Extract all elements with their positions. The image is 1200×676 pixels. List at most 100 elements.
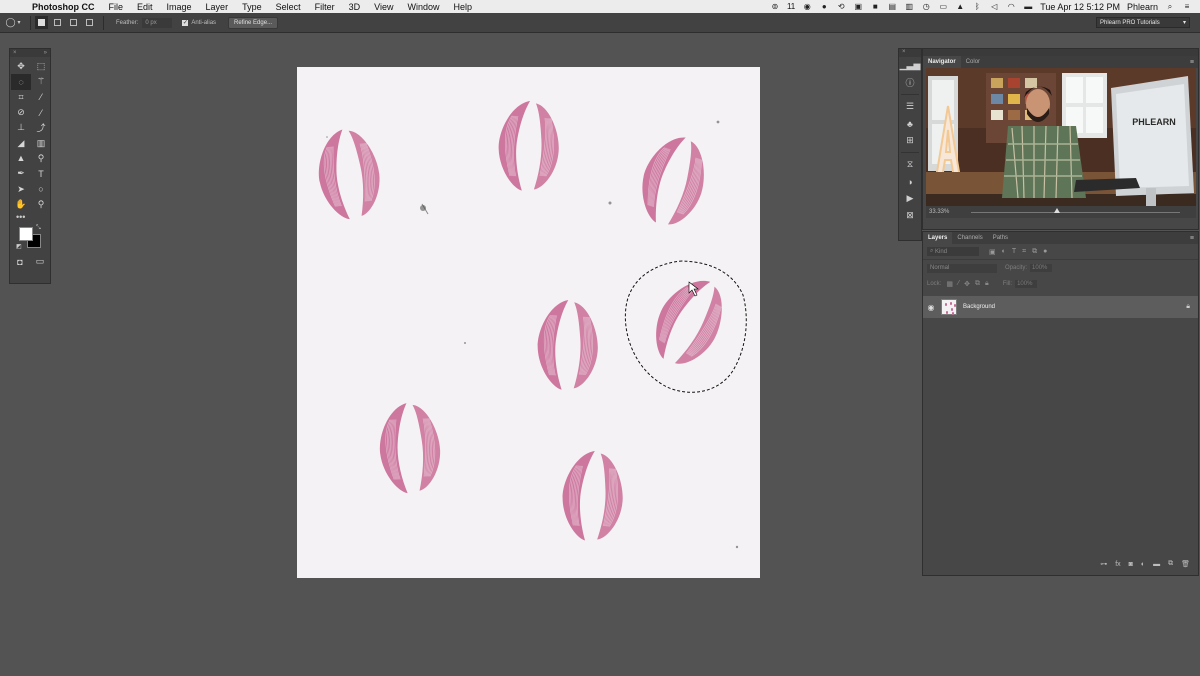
menu-file[interactable]: File — [102, 2, 131, 12]
new-group-folder-icon[interactable]: ▬ — [1153, 561, 1160, 568]
record-icon[interactable]: ◉ — [802, 2, 812, 11]
feather-input[interactable]: 0 px — [142, 17, 173, 28]
dodge-tool-icon[interactable]: ⚲ — [31, 151, 51, 166]
clone-stamp-tool-icon[interactable]: ⊥ — [11, 120, 31, 135]
ellipse-tool-icon[interactable]: ○ — [31, 181, 51, 196]
menu-3d[interactable]: 3D — [342, 2, 368, 12]
histogram-icon[interactable]: ▁▃▅ — [899, 57, 921, 74]
history-icon[interactable]: ⧖ — [899, 156, 921, 173]
menu-window[interactable]: Window — [400, 2, 446, 12]
adjustment-layer-filter-icon[interactable]: ◐ — [1002, 248, 1006, 256]
history-brush-tool-icon[interactable]: ⤴ — [31, 120, 51, 135]
workspace-switcher[interactable]: Phlearn PRO Tutorials ▾ — [1096, 17, 1190, 28]
new-selection-mode-button[interactable] — [35, 16, 48, 29]
zoom-tool-icon[interactable]: ⚲ — [31, 197, 51, 212]
tools-panel-header[interactable]: × » — [10, 49, 50, 57]
clipboard-icon[interactable]: ▥ — [904, 2, 914, 11]
lock-image-pixels-icon[interactable]: ⁄ — [958, 280, 959, 288]
magic-wand-tool-icon[interactable]: ⚚ — [31, 74, 51, 89]
menu-image[interactable]: Image — [160, 2, 199, 12]
layer-lock-icon[interactable]: 🔒︎ — [1186, 303, 1190, 311]
display-mirror-icon[interactable]: ▭ — [938, 2, 948, 11]
panel-menu-icon[interactable]: ≡ — [1190, 235, 1194, 242]
menu-view[interactable]: View — [367, 2, 400, 12]
menu-edit[interactable]: Edit — [130, 2, 160, 12]
eraser-tool-icon[interactable]: ◢ — [11, 135, 31, 150]
libraries-icon[interactable]: ⊠ — [899, 207, 921, 224]
battery-icon[interactable]: ▬ — [1023, 2, 1033, 11]
lasso-tool-icon[interactable]: ◌ — [11, 74, 31, 90]
blend-mode-select[interactable]: Normal — [927, 263, 997, 273]
gradient-tool-icon[interactable]: ▥ — [31, 135, 51, 150]
opacity-input[interactable]: 100% — [1030, 264, 1053, 272]
rectangular-marquee-tool-icon[interactable]: ⬚ — [31, 59, 51, 74]
zoom-slider-handle[interactable] — [1054, 208, 1060, 213]
dropbox-icon[interactable]: ■ — [870, 2, 880, 11]
actions-icon[interactable]: ♣ — [899, 115, 921, 132]
menu-filter[interactable]: Filter — [308, 2, 342, 12]
notification-center-icon[interactable]: ≡ — [1182, 2, 1192, 11]
move-tool-icon[interactable]: ✥ — [11, 59, 31, 74]
quick-mask-icon[interactable]: ◘ — [10, 254, 30, 269]
properties-icon[interactable]: ☰ — [899, 98, 921, 115]
eye-visibility-icon[interactable]: ◉ — [923, 303, 939, 312]
layer-filter-kind-select[interactable]: ⌕ Kind — [927, 247, 979, 256]
eyedropper-tool-icon[interactable]: ⁄ — [31, 90, 51, 105]
layer-row-background[interactable]: ◉ Background 🔒︎ — [923, 296, 1198, 318]
type-layer-filter-icon[interactable]: T — [1012, 248, 1016, 256]
more-tools-icon[interactable]: ••• — [10, 212, 50, 225]
filter-toggle-icon[interactable]: ● — [1043, 248, 1047, 256]
lock-position-icon[interactable]: ✥ — [964, 280, 970, 288]
shape-layer-filter-icon[interactable]: ⌗ — [1022, 248, 1026, 256]
menu-help[interactable]: Help — [446, 2, 479, 12]
wifi-icon[interactable]: ◠ — [1006, 2, 1016, 11]
tab-paths[interactable]: Paths — [988, 232, 1013, 244]
refine-edge-button[interactable]: Refine Edge... — [228, 16, 279, 29]
printer-icon[interactable]: ▤ — [887, 2, 897, 11]
swap-colors-icon[interactable]: ⤡ — [36, 225, 41, 232]
new-adjustment-layer-icon[interactable]: ◐ — [1141, 561, 1145, 568]
default-colors-icon[interactable]: ◩ — [16, 243, 22, 250]
tab-channels[interactable]: Channels — [952, 232, 987, 244]
adjustments-icon[interactable]: ⊞ — [899, 132, 921, 149]
document-canvas[interactable] — [297, 67, 760, 578]
path-selection-tool-icon[interactable]: ➤ — [11, 181, 31, 196]
navigator-preview[interactable]: PHLEARN 33.33% — [926, 68, 1196, 218]
foreground-color-swatch[interactable] — [19, 226, 33, 241]
fill-input[interactable]: 100% — [1015, 280, 1038, 288]
tool-preset-picker[interactable]: ◯ ▾ — [0, 17, 26, 28]
play-icon[interactable]: ▶ — [899, 190, 921, 207]
brush-tool-icon[interactable]: ⁄ — [31, 105, 51, 120]
smart-object-filter-icon[interactable]: ⧉ — [1032, 248, 1037, 256]
tab-layers[interactable]: Layers — [923, 232, 953, 244]
screen-mode-icon[interactable]: ▭ — [30, 254, 50, 269]
sync-icon[interactable]: ⟲ — [836, 2, 846, 11]
spotlight-search-icon[interactable]: ⌕ — [1165, 2, 1175, 11]
location-pin-icon[interactable]: ● — [819, 2, 829, 11]
styles-icon[interactable]: ◑ — [899, 173, 921, 190]
trash-icon[interactable]: 🗑︎ — [1181, 560, 1190, 568]
bluetooth-icon[interactable]: ᛒ — [972, 2, 982, 11]
tab-color[interactable]: Color — [961, 56, 985, 68]
zoom-slider-track[interactable] — [971, 212, 1180, 213]
anti-alias-checkbox[interactable]: ✓ Anti-alias — [182, 19, 216, 26]
intersect-selection-mode-button[interactable] — [83, 16, 96, 29]
link-layers-icon[interactable]: ⊶ — [1100, 560, 1107, 568]
blur-tool-icon[interactable]: ▲ — [11, 151, 31, 166]
hand-tool-icon[interactable]: ✋ — [11, 197, 31, 212]
add-mask-icon[interactable]: ◙ — [1129, 561, 1133, 568]
lock-artboard-icon[interactable]: ⧉ — [975, 280, 980, 288]
close-icon[interactable]: × — [13, 50, 17, 56]
pen-tool-icon[interactable]: ✒ — [11, 166, 31, 181]
pixel-layer-filter-icon[interactable]: ▣ — [989, 248, 996, 256]
menubar-clock[interactable]: Tue Apr 12 5:12 PM — [1040, 2, 1120, 12]
menu-app-name[interactable]: Photoshop CC — [28, 2, 102, 12]
healing-brush-tool-icon[interactable]: ⊘ — [11, 105, 31, 120]
zoom-percent[interactable]: 33.33% — [929, 209, 949, 215]
new-layer-icon[interactable]: ⧉ — [1168, 560, 1173, 568]
creative-cloud-icon[interactable]: ⊚ — [770, 2, 780, 11]
subtract-from-selection-mode-button[interactable] — [67, 16, 80, 29]
panel-menu-icon[interactable]: ≡ — [1190, 59, 1194, 66]
layer-name[interactable]: Background — [963, 304, 995, 310]
tab-navigator[interactable]: Navigator — [923, 56, 961, 68]
